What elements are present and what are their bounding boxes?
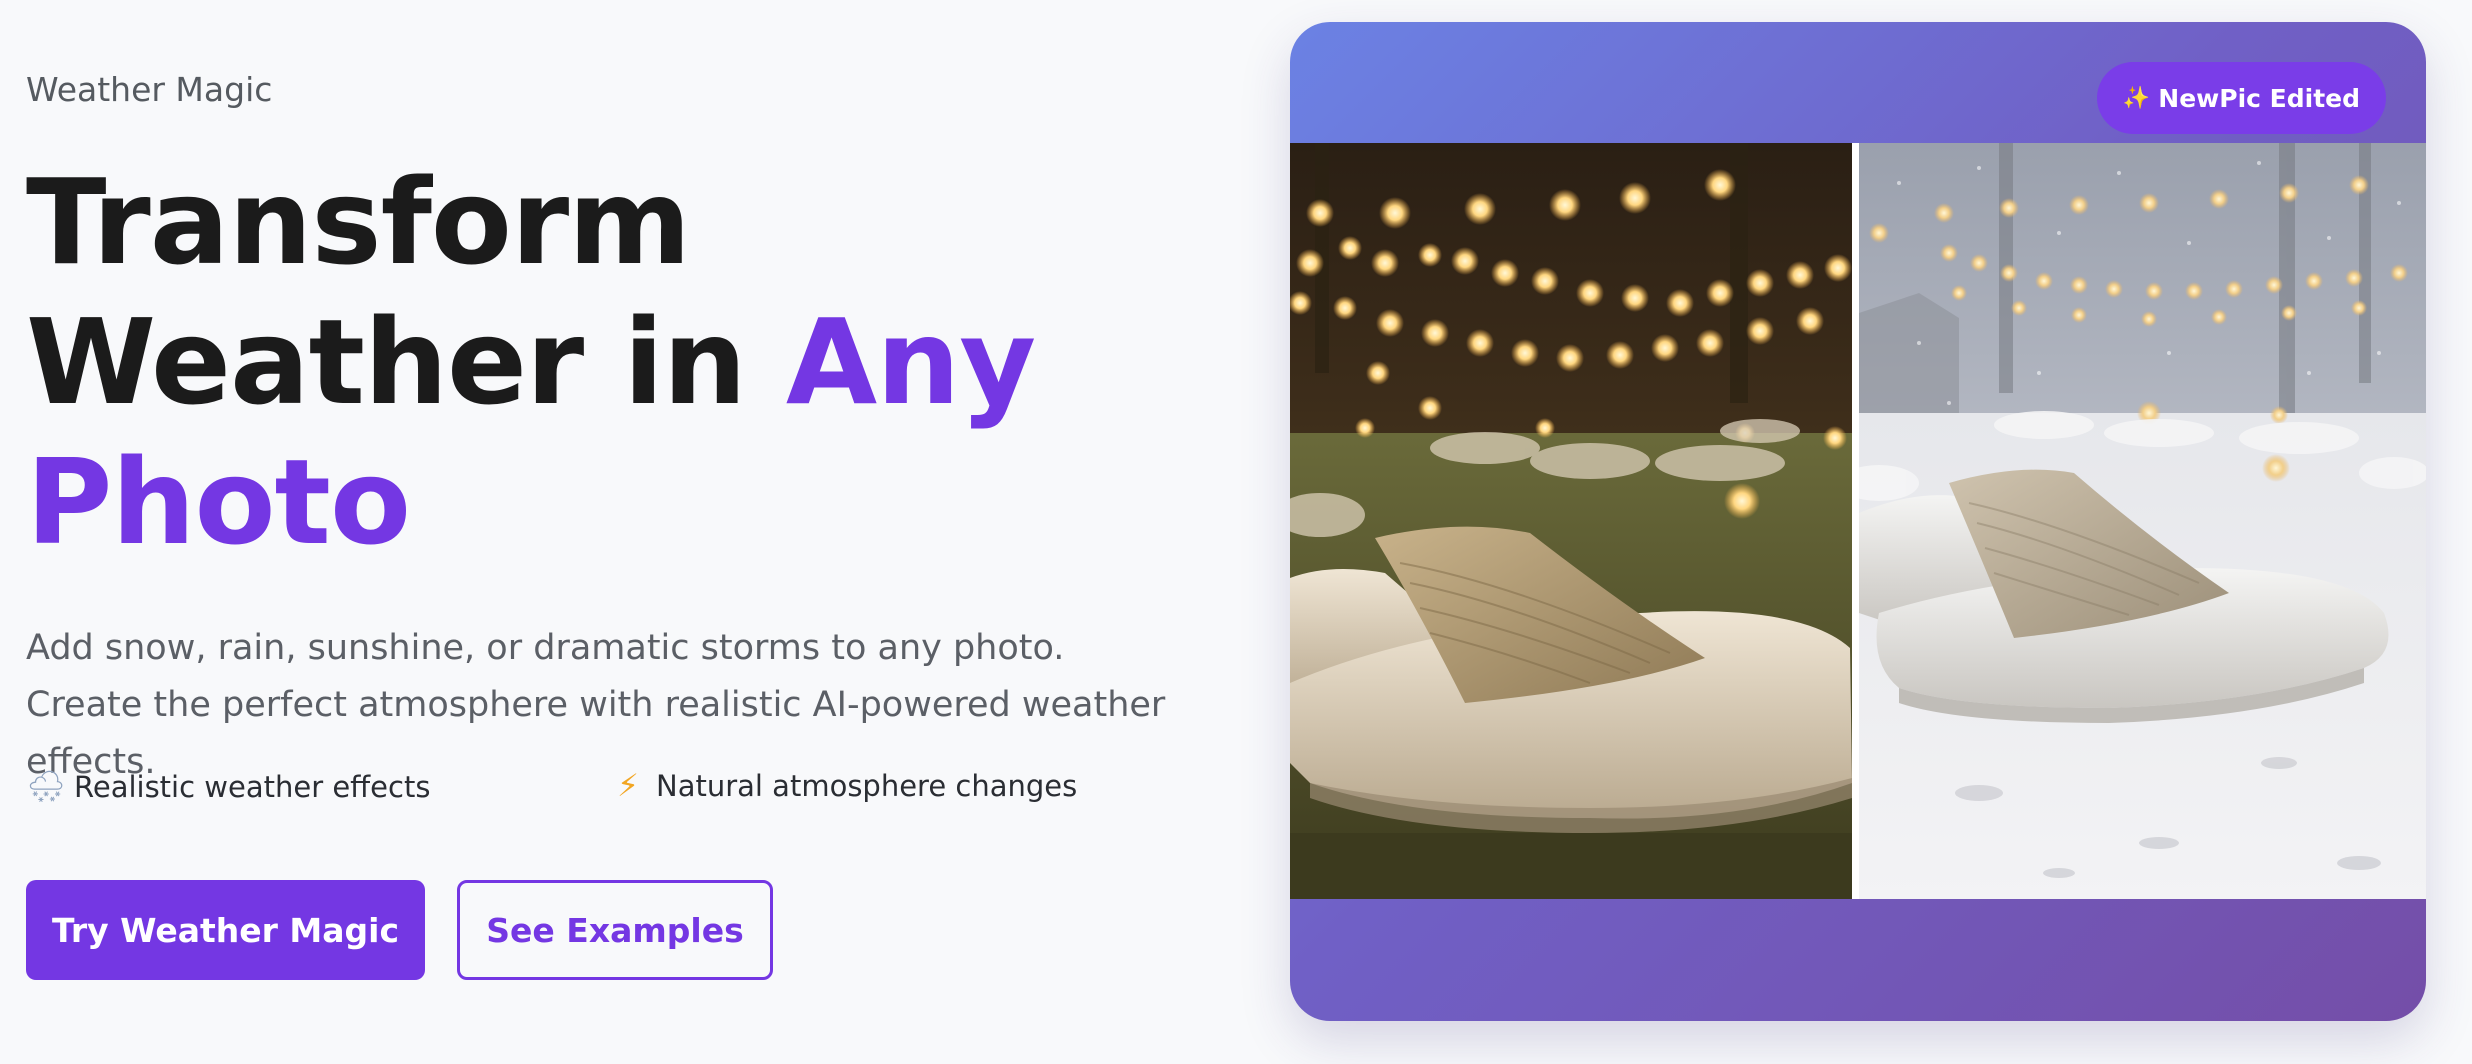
after-photo <box>1859 143 2426 899</box>
see-examples-button[interactable]: See Examples <box>457 880 773 980</box>
headline-line-1: Transform <box>26 153 691 291</box>
feature-item-natural-atmosphere: ⚡ Natural atmosphere changes <box>608 768 1077 804</box>
try-weather-magic-button[interactable]: Try Weather Magic <box>26 880 425 980</box>
before-after-divider[interactable] <box>1852 143 1859 899</box>
before-after-preview-card: ✨ NewPic Edited <box>1290 22 2426 1021</box>
headline-line-2-text: Weather in <box>26 293 786 431</box>
before-photo <box>1290 143 1852 899</box>
sparkle-icon: ✨ <box>2122 85 2151 111</box>
feature-list: 🌨 Realistic weather effects ⚡ Natural at… <box>26 768 1126 814</box>
before-after-photos <box>1290 143 2426 899</box>
headline-line-2: Weather in Any <box>26 292 1036 432</box>
brand-label: Weather Magic <box>26 70 273 109</box>
headline-accent-any: Any <box>785 293 1036 431</box>
newpic-edited-badge: ✨ NewPic Edited <box>2096 62 2386 134</box>
snow-cloud-icon: 🌨 <box>26 769 66 805</box>
feature-label: Realistic weather effects <box>74 769 431 804</box>
hero-headline: Transform Weather in Any Photo <box>26 152 1036 572</box>
badge-label: NewPic Edited <box>2158 83 2360 113</box>
feature-label: Natural atmosphere changes <box>656 769 1078 803</box>
lightning-icon: ⚡ <box>617 768 639 804</box>
feature-item-realistic-weather: 🌨 Realistic weather effects <box>26 768 430 805</box>
hero-subtitle: Add snow, rain, sunshine, or dramatic st… <box>26 628 1166 782</box>
headline-accent-photo: Photo <box>26 433 411 571</box>
